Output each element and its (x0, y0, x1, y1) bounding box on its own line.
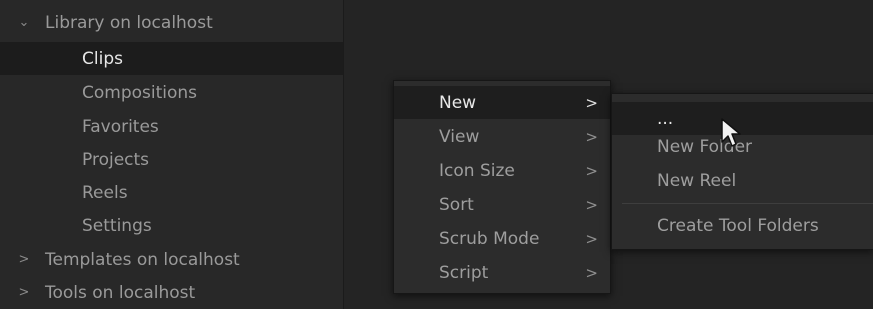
submenu-item-create-tool-folders[interactable]: Create Tool Folders (612, 209, 873, 242)
tree-item-settings[interactable]: Settings (0, 209, 343, 242)
tree-item-label: Compositions (82, 82, 198, 103)
submenu-item-new-reel[interactable]: New Reel (612, 164, 873, 197)
tree-item-label: Reels (82, 182, 128, 203)
submenu-arrow-icon: > (585, 263, 598, 282)
menu-item-view[interactable]: View > (394, 120, 610, 153)
menu-item-label: Script (439, 262, 489, 283)
tree-item-label: Favorites (82, 116, 159, 137)
chevron-down-icon[interactable]: ⌄ (17, 15, 31, 30)
menu-item-label: Icon Size (439, 160, 515, 181)
submenu-arrow-icon: > (585, 229, 598, 248)
tree-item-compositions[interactable]: Compositions (0, 76, 343, 109)
chevron-right-icon[interactable]: > (17, 285, 31, 300)
tree-item-label: Templates on localhost (45, 249, 240, 270)
submenu-arrow-icon: > (585, 93, 598, 112)
tree-item-label: Library on localhost (45, 12, 213, 33)
menu-item-label: Sort (439, 194, 474, 215)
library-sidebar: ⌄ Library on localhost Clips Composition… (0, 0, 344, 309)
menu-item-script[interactable]: Script > (394, 256, 610, 289)
tree-item-label: Tools on localhost (45, 282, 196, 303)
menu-separator (622, 203, 873, 204)
tree-item-projects[interactable]: Projects (0, 143, 343, 176)
submenu-item-label: ... (657, 108, 674, 129)
context-menu: New > View > Icon Size > Sort > Scrub Mo… (393, 80, 611, 294)
menu-item-label: New (439, 92, 477, 113)
submenu-item-label: New Reel (657, 170, 737, 191)
menu-item-label: View (439, 126, 480, 147)
tree-item-reels[interactable]: Reels (0, 176, 343, 209)
tree-item-library[interactable]: ⌄ Library on localhost (0, 6, 343, 39)
submenu-arrow-icon: > (585, 161, 598, 180)
submenu-item-new-folder[interactable]: New Folder (612, 130, 873, 163)
submenu-arrow-icon: > (585, 127, 598, 146)
menu-item-sort[interactable]: Sort > (394, 188, 610, 221)
mouse-cursor-icon (721, 118, 741, 147)
menu-item-new[interactable]: New > (394, 86, 610, 119)
menu-item-scrub-mode[interactable]: Scrub Mode > (394, 222, 610, 255)
menu-item-icon-size[interactable]: Icon Size > (394, 154, 610, 187)
tree-item-label: Projects (82, 149, 150, 170)
tree-item-favorites[interactable]: Favorites (0, 110, 343, 143)
chevron-right-icon[interactable]: > (17, 252, 31, 267)
menu-item-label: Scrub Mode (439, 228, 540, 249)
tree-item-clips[interactable]: Clips (0, 42, 343, 75)
submenu-item-label: Create Tool Folders (657, 215, 819, 236)
tree-item-templates[interactable]: > Templates on localhost (0, 243, 343, 276)
tree-item-tools[interactable]: > Tools on localhost (0, 276, 343, 309)
submenu-arrow-icon: > (585, 195, 598, 214)
tree-item-label: Settings (82, 215, 152, 236)
tree-item-label: Clips (82, 48, 123, 69)
new-submenu: ... New Folder New Reel Create Tool Fold… (611, 93, 873, 250)
